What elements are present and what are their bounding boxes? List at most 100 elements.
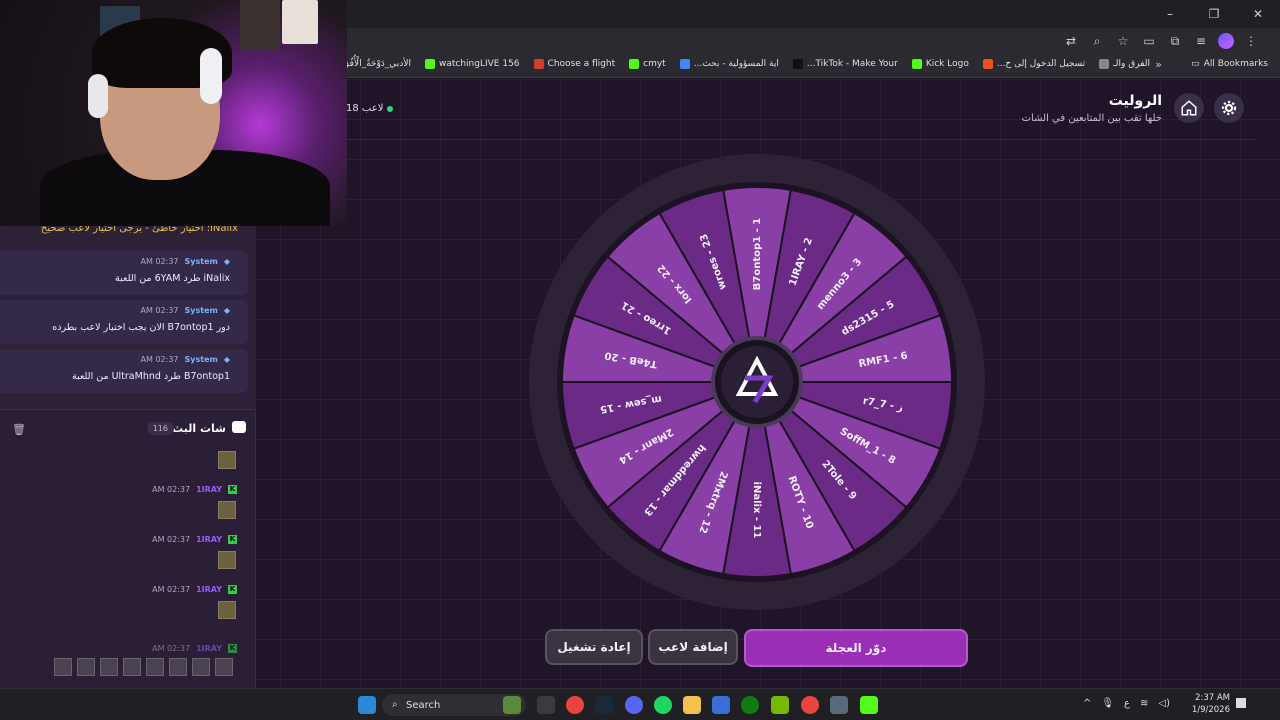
kick-badge-icon: K <box>228 485 237 494</box>
emote-image <box>218 601 236 619</box>
restart-button[interactable]: إعادة تشغيل <box>545 629 643 665</box>
reading-list-icon[interactable]: ≡ <box>1192 32 1210 50</box>
clock-date: 1/9/2026 <box>1191 705 1230 715</box>
sender-name: System <box>184 306 218 315</box>
system-badge-icon: ◆ <box>223 306 230 315</box>
spotify-icon[interactable] <box>654 696 672 714</box>
bookmark-item[interactable]: Kick Logo <box>911 59 969 69</box>
all-bookmarks-label: All Bookmarks <box>1203 59 1268 69</box>
spin-wheel-button[interactable]: دوّر العجلة <box>744 629 968 667</box>
bookmark-icon <box>1099 59 1110 69</box>
home-button[interactable] <box>1174 93 1204 123</box>
bookmark-icon <box>424 59 435 69</box>
bookmark-item[interactable]: تسجيل الدخول إلى ح... <box>982 59 1086 69</box>
close-icon[interactable]: ✕ <box>1236 0 1280 28</box>
store-icon[interactable] <box>712 696 730 714</box>
stream-chat-title: شات البث <box>172 422 226 435</box>
mic-icon[interactable]: 🎙 <box>1101 698 1114 709</box>
emote-image <box>215 658 233 676</box>
bookmark-item[interactable]: TikTok - Make Your... <box>792 59 898 69</box>
file-explorer-icon[interactable] <box>683 696 701 714</box>
chevron-up-icon[interactable]: ^ <box>1083 698 1091 709</box>
kick-icon[interactable] <box>860 696 878 714</box>
bookmark-item[interactable]: الفرق والـ <box>1099 59 1150 69</box>
bookmark-label: تسجيل الدخول إلى ح... <box>996 59 1086 69</box>
settings-icon[interactable] <box>830 696 848 714</box>
minimize-icon[interactable]: – <box>1148 0 1192 28</box>
system-badge-icon: ◆ <box>223 355 230 364</box>
chat-count-badge: 116 <box>146 422 174 435</box>
webcam-background-object <box>282 0 318 44</box>
folder-icon: ▭ <box>1191 59 1200 69</box>
kick-badge-icon: K <box>228 644 237 653</box>
bookmarks-list: الفرق والـ تسجيل الدخول إلى ح... Kick Logo… <box>306 59 1150 69</box>
bookmark-item[interactable]: 156 watchingLIVE <box>424 59 520 69</box>
profile-avatar[interactable] <box>1218 33 1234 49</box>
bookmark-item[interactable]: Choose a flight <box>533 59 615 69</box>
widget-icon[interactable] <box>503 696 521 714</box>
wheel-segment-label: B7ontop1 - 1 <box>752 218 763 290</box>
chat-message: K 1IRAY 02:37 AM <box>152 535 237 544</box>
chat-message: K 1IRAY 02:37 AM <box>152 644 237 653</box>
discord-icon[interactable] <box>625 696 643 714</box>
chat-time: 02:37 AM <box>152 644 191 653</box>
system-badge-icon: ◆ <box>223 257 230 266</box>
message-text: iNalix طرد 6YAM من اللعبة <box>115 273 230 284</box>
emote-image <box>77 658 95 676</box>
wifi-icon[interactable]: ≋ <box>1140 698 1148 709</box>
add-player-button[interactable]: إضافة لاعب <box>648 629 738 665</box>
volume-icon[interactable]: ◁) <box>1158 698 1170 709</box>
clock[interactable]: 2:37 AM 1/9/2026 <box>1192 692 1230 716</box>
search-label: Search <box>406 699 441 711</box>
chrome-icon[interactable] <box>566 696 584 714</box>
bookmark-icon <box>533 59 544 69</box>
roulette-wheel[interactable]: B7ontop1 - 1 1IRAY - 2 menno3 - 3 ds2315 - … <box>527 152 987 612</box>
bookmark-item[interactable]: اية المسؤولية - بحث... <box>679 59 779 69</box>
emote-image <box>218 451 236 469</box>
window-controls: – ❐ ✕ <box>1148 0 1280 28</box>
extensions-icon[interactable]: ⧉ <box>1166 32 1184 50</box>
chrome-active-icon[interactable] <box>801 696 819 714</box>
translate-icon[interactable]: ⇄ <box>1062 32 1080 50</box>
wheel-svg: B7ontop1 - 1 1IRAY - 2 menno3 - 3ds2315 - … <box>529 154 985 610</box>
nvidia-icon[interactable] <box>771 696 789 714</box>
players-count: 18 لاعب <box>346 103 394 114</box>
wheel-segment-label: iNalix - 11 <box>751 482 762 539</box>
language-indicator[interactable]: ع <box>1124 698 1130 709</box>
start-icon[interactable] <box>358 696 376 714</box>
bookmark-label: 156 watchingLIVE <box>438 59 520 69</box>
bookmark-icon <box>911 59 922 69</box>
page-title: الروليت <box>1108 93 1162 109</box>
zoom-icon[interactable]: ⌕ <box>1088 32 1106 50</box>
bookmark-label: TikTok - Make Your... <box>806 59 898 69</box>
chat-time: 02:37 AM <box>152 535 191 544</box>
chat-message: K 1IRAY 02:37 AM <box>152 585 237 594</box>
bookmark-label: Kick Logo <box>925 59 969 69</box>
bookmark-label: الفرق والـ <box>1113 59 1150 69</box>
menu-icon[interactable]: ⋮ <box>1242 32 1260 50</box>
trash-icon[interactable]: 🗑 <box>12 423 26 436</box>
emote-image <box>54 658 72 676</box>
gear-icon <box>1221 100 1237 116</box>
steam-icon[interactable] <box>595 696 613 714</box>
bookmark-icon <box>629 59 640 69</box>
xbox-icon[interactable] <box>741 696 759 714</box>
emote-row <box>54 658 233 676</box>
media-icon[interactable]: ▭ <box>1140 32 1158 50</box>
webcam-background-object <box>240 0 280 50</box>
notification-icon[interactable] <box>1236 698 1246 708</box>
settings-button[interactable] <box>1214 93 1244 123</box>
emote-image <box>218 551 236 569</box>
chat-username: 1IRAY <box>196 485 222 494</box>
kick-badge-icon: K <box>228 585 237 594</box>
maximize-icon[interactable]: ❐ <box>1192 0 1236 28</box>
camera-icon[interactable] <box>537 696 555 714</box>
message-time: 02:37 AM <box>140 306 179 315</box>
all-bookmarks-button[interactable]: ▭ All Bookmarks <box>1191 59 1268 69</box>
page-subtitle: خلها تقب بين المتابعين في الشات <box>1021 113 1162 124</box>
more-bookmarks-button[interactable]: » <box>1155 58 1162 71</box>
emote-image <box>192 658 210 676</box>
star-icon[interactable]: ☆ <box>1114 32 1132 50</box>
emote-image <box>123 658 141 676</box>
bookmark-item[interactable]: cmyt <box>629 59 666 69</box>
